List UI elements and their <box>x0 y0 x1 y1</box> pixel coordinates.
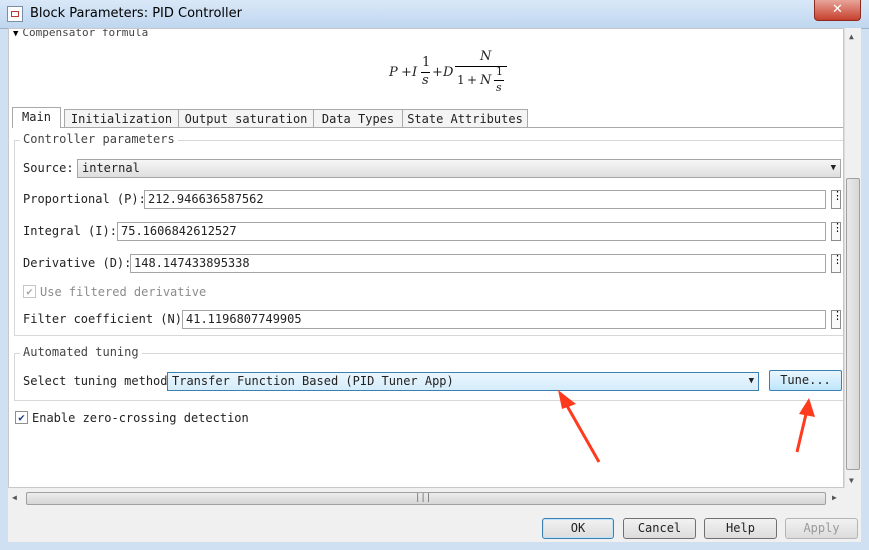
proportional-field[interactable]: 212.946636587562 <box>144 190 826 209</box>
formula-p: P <box>389 65 398 80</box>
chevron-down-icon: ▼ <box>830 163 836 173</box>
integral-field[interactable]: 75.1606842612527 <box>117 222 826 241</box>
scroll-up-icon[interactable]: ▲ <box>849 32 854 41</box>
filter-coefficient-label: Filter coefficient (N): <box>23 312 190 326</box>
tab-state-attributes[interactable]: State Attributes <box>402 109 528 127</box>
horizontal-scroll-thumb[interactable]: ||| <box>26 492 826 505</box>
ok-button[interactable]: OK <box>542 518 614 539</box>
tune-button[interactable]: Tune... <box>769 370 842 391</box>
derivative-field[interactable]: 148.147433895338 <box>130 254 826 273</box>
formula-one: 1 <box>496 65 503 78</box>
filter-coefficient-field[interactable]: 41.1196807749905 <box>182 310 826 329</box>
formula-section-header[interactable]: ▼ Compensator formula <box>13 28 149 39</box>
window-title: Block Parameters: PID Controller <box>30 6 242 21</box>
source-label: Source: <box>23 161 74 175</box>
filter-coefficient-options-button[interactable]: ⋮ <box>831 310 843 329</box>
tab-output-saturation[interactable]: Output saturation <box>178 109 314 127</box>
compensator-formula: P + I 1 s + D N 1 + N 1 s <box>389 43 519 103</box>
source-dropdown[interactable]: internal ▼ <box>77 159 841 178</box>
formula-n: N <box>480 49 492 64</box>
derivative-options-button[interactable]: ⋮ <box>831 254 843 273</box>
vertical-scrollbar[interactable]: ▲ ▼ <box>844 28 861 488</box>
tab-initialization[interactable]: Initialization <box>64 109 179 127</box>
group-title: Automated tuning <box>20 345 142 359</box>
formula-one: 1 <box>457 73 465 87</box>
tab-data-types[interactable]: Data Types <box>313 109 403 127</box>
formula-d: D <box>443 65 454 80</box>
tab-main[interactable]: Main <box>12 107 61 128</box>
derivative-label: Derivative (D): <box>23 256 132 270</box>
group-title: Controller parameters <box>20 132 178 146</box>
cancel-button[interactable]: Cancel <box>623 518 696 539</box>
close-button[interactable]: ✕ <box>814 0 861 21</box>
scroll-left-icon[interactable]: ◀ <box>12 493 17 502</box>
formula-one: 1 <box>422 55 431 70</box>
formula-n: N <box>480 73 492 88</box>
source-value: internal <box>82 161 140 175</box>
filtered-derivative-label: Use filtered derivative <box>40 285 207 299</box>
formula-header-label: Compensator formula <box>22 28 149 39</box>
formula-plus: + <box>467 73 478 87</box>
title-bar: Block Parameters: PID Controller ✕ <box>0 0 869 29</box>
formula-plus: + <box>432 65 443 80</box>
grip-icon: ||| <box>415 493 432 503</box>
zero-crossing-label: Enable zero-crossing detection <box>32 411 249 425</box>
vertical-scroll-thumb[interactable] <box>846 178 860 470</box>
tab-content-main: Controller parameters Source: internal ▼… <box>12 127 843 478</box>
zero-crossing-checkbox[interactable]: ✔ <box>15 411 28 424</box>
formula-s: s <box>422 73 429 88</box>
scroll-right-icon[interactable]: ▶ <box>832 493 837 502</box>
controller-parameters-group: Controller parameters Source: internal ▼… <box>14 132 843 336</box>
scroll-down-icon[interactable]: ▼ <box>849 476 854 485</box>
tuning-method-label: Select tuning method: <box>23 374 175 388</box>
horizontal-scrollbar[interactable]: ◀ ||| ▶ <box>8 490 844 507</box>
dialog-body: ▼ Compensator formula P + I 1 s + D N 1 +… <box>8 28 861 542</box>
automated-tuning-group: Automated tuning Select tuning method: T… <box>14 345 843 401</box>
help-button[interactable]: Help <box>704 518 777 539</box>
collapse-triangle-icon: ▼ <box>13 29 19 39</box>
proportional-label: Proportional (P): <box>23 192 146 206</box>
block-icon <box>7 6 23 22</box>
formula-i: I <box>412 65 418 80</box>
integral-options-button[interactable]: ⋮ <box>831 222 843 241</box>
formula-s: s <box>496 81 502 94</box>
tuning-method-dropdown[interactable]: Transfer Function Based (PID Tuner App) … <box>167 372 759 391</box>
proportional-options-button[interactable]: ⋮ <box>831 190 843 209</box>
scroll-panel: ▼ Compensator formula P + I 1 s + D N 1 +… <box>8 28 844 488</box>
apply-button[interactable]: Apply <box>785 518 858 539</box>
formula-plus: + <box>401 65 412 80</box>
filtered-derivative-checkbox[interactable]: ✔ <box>23 285 36 298</box>
chevron-down-icon: ▼ <box>748 376 754 386</box>
tuning-method-value: Transfer Function Based (PID Tuner App) <box>172 374 454 388</box>
integral-label: Integral (I): <box>23 224 117 238</box>
